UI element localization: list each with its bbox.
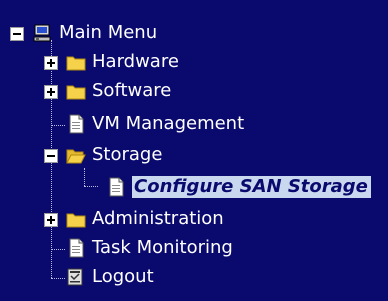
- tree-connector: [51, 278, 65, 279]
- open-folder-icon: [66, 145, 86, 165]
- computer-icon: [33, 23, 53, 43]
- document-icon: [66, 238, 86, 258]
- collapse-toggle-storage[interactable]: [44, 148, 58, 163]
- plus-box-icon: [44, 56, 58, 70]
- tree-item-label: Main Menu: [59, 22, 158, 43]
- tree-item-software[interactable]: Software: [66, 78, 171, 104]
- tree-item-main-menu[interactable]: Main Menu: [33, 20, 157, 46]
- tree-item-configure-san-storage[interactable]: Configure SAN Storage: [106, 174, 371, 200]
- folder-icon: [66, 52, 86, 72]
- tree-item-administration[interactable]: Administration: [66, 206, 224, 232]
- plus-box-icon: [44, 213, 58, 227]
- tree-connector: [51, 249, 65, 250]
- tree-connector: [84, 168, 85, 186]
- tree-item-storage[interactable]: Storage: [66, 142, 162, 168]
- document-icon: [66, 114, 86, 134]
- tree-item-task-monitoring[interactable]: Task Monitoring: [66, 235, 233, 261]
- minus-box-icon: [44, 149, 58, 163]
- tree-connector: [84, 186, 98, 187]
- expand-toggle-software[interactable]: [44, 84, 58, 99]
- expand-toggle-hardware[interactable]: [44, 55, 58, 70]
- tree-item-label: Hardware: [92, 51, 179, 72]
- tree-connector: [51, 125, 65, 126]
- folder-icon: [66, 209, 86, 229]
- plus-box-icon: [44, 85, 58, 99]
- main-menu-tree: Main Menu Hardware Software VM Managemen…: [0, 0, 388, 301]
- minus-box-icon: [10, 27, 24, 41]
- tree-item-hardware[interactable]: Hardware: [66, 49, 179, 75]
- document-icon: [106, 177, 126, 197]
- tree-item-label: Storage: [92, 144, 163, 165]
- tree-item-label: Logout: [92, 266, 154, 287]
- tree-item-label: Task Monitoring: [92, 237, 233, 258]
- folder-icon: [66, 81, 86, 101]
- tree-item-logout[interactable]: Logout: [66, 264, 154, 290]
- tree-item-label: Administration: [92, 208, 224, 229]
- tree-item-label: Configure SAN Storage: [132, 176, 371, 198]
- collapse-toggle-main-menu[interactable]: [10, 26, 24, 41]
- tree-item-label: Software: [92, 80, 172, 101]
- logout-icon: [66, 267, 86, 287]
- tree-item-label: VM Management: [92, 113, 245, 134]
- tree-item-vm-management[interactable]: VM Management: [66, 111, 244, 137]
- expand-toggle-administration[interactable]: [44, 212, 58, 227]
